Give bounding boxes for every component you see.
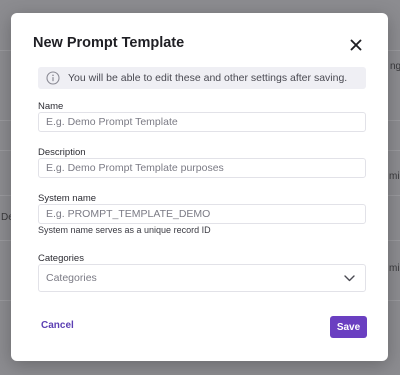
dialog-title: New Prompt Template	[33, 35, 185, 51]
info-text: You will be able to edit these and other…	[68, 72, 348, 84]
chevron-down-icon	[344, 272, 356, 284]
categories-placeholder: Categories	[46, 272, 97, 284]
description-input[interactable]	[38, 158, 366, 178]
name-label: Name	[38, 101, 64, 112]
new-prompt-template-dialog: New Prompt Template You will be able to …	[11, 13, 388, 361]
save-button[interactable]: Save	[330, 316, 367, 338]
system-name-input[interactable]	[38, 204, 366, 224]
categories-select[interactable]: Categories	[38, 264, 366, 292]
description-label: Description	[38, 147, 86, 158]
close-icon	[350, 39, 362, 51]
categories-label: Categories	[38, 253, 84, 264]
bg-text-fragment: mi	[389, 263, 400, 274]
close-button[interactable]	[346, 35, 366, 55]
info-icon	[45, 71, 60, 86]
info-banner: You will be able to edit these and other…	[38, 67, 366, 89]
system-name-label: System name	[38, 193, 97, 204]
system-name-helper: System name serves as a unique record ID	[38, 225, 211, 235]
name-input[interactable]	[38, 112, 366, 132]
bg-text-fragment: ng	[390, 61, 400, 72]
cancel-button[interactable]: Cancel	[41, 320, 74, 331]
bg-text-fragment: mi	[389, 171, 400, 182]
